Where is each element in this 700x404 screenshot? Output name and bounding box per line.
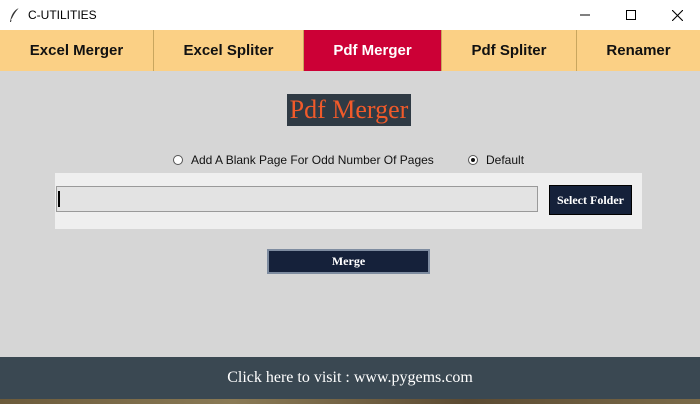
maximize-icon [626,10,636,20]
option-label: Add A Blank Page For Odd Number Of Pages [191,153,434,167]
radio-button[interactable] [173,155,183,165]
folder-path-input[interactable] [56,186,538,212]
tab-pdf-spliter[interactable]: Pdf Spliter [442,30,577,71]
option-label: Default [486,153,525,167]
tab-bar: Excel Merger Excel Spliter Pdf Merger Pd… [0,30,700,71]
close-button[interactable] [654,0,700,30]
radio-button-selected[interactable] [468,155,478,165]
tab-excel-merger[interactable]: Excel Merger [0,30,154,71]
merge-button[interactable]: Merge [267,249,430,274]
tab-pdf-merger[interactable]: Pdf Merger [304,30,442,71]
option-default[interactable]: Default [468,151,524,169]
feather-icon [10,7,20,22]
background-strip [0,399,700,404]
title-bar: C-UTILITIES [0,0,700,30]
minimize-icon [580,14,590,16]
tab-excel-spliter[interactable]: Excel Spliter [154,30,304,71]
footer-link[interactable]: Click here to visit : www.pygems.com [0,357,700,399]
window-title: C-UTILITIES [28,8,97,22]
minimize-button[interactable] [562,0,608,30]
tab-renamer[interactable]: Renamer [577,30,700,71]
option-blank-page[interactable]: Add A Blank Page For Odd Number Of Pages [173,151,434,169]
select-folder-button[interactable]: Select Folder [549,185,632,215]
folder-selector: Select Folder [55,173,642,229]
maximize-button[interactable] [608,0,654,30]
page-title: Pdf Merger [287,94,411,126]
main-panel: Pdf Merger Add A Blank Page For Odd Numb… [0,71,700,357]
text-caret [58,191,60,207]
close-icon [671,9,683,21]
